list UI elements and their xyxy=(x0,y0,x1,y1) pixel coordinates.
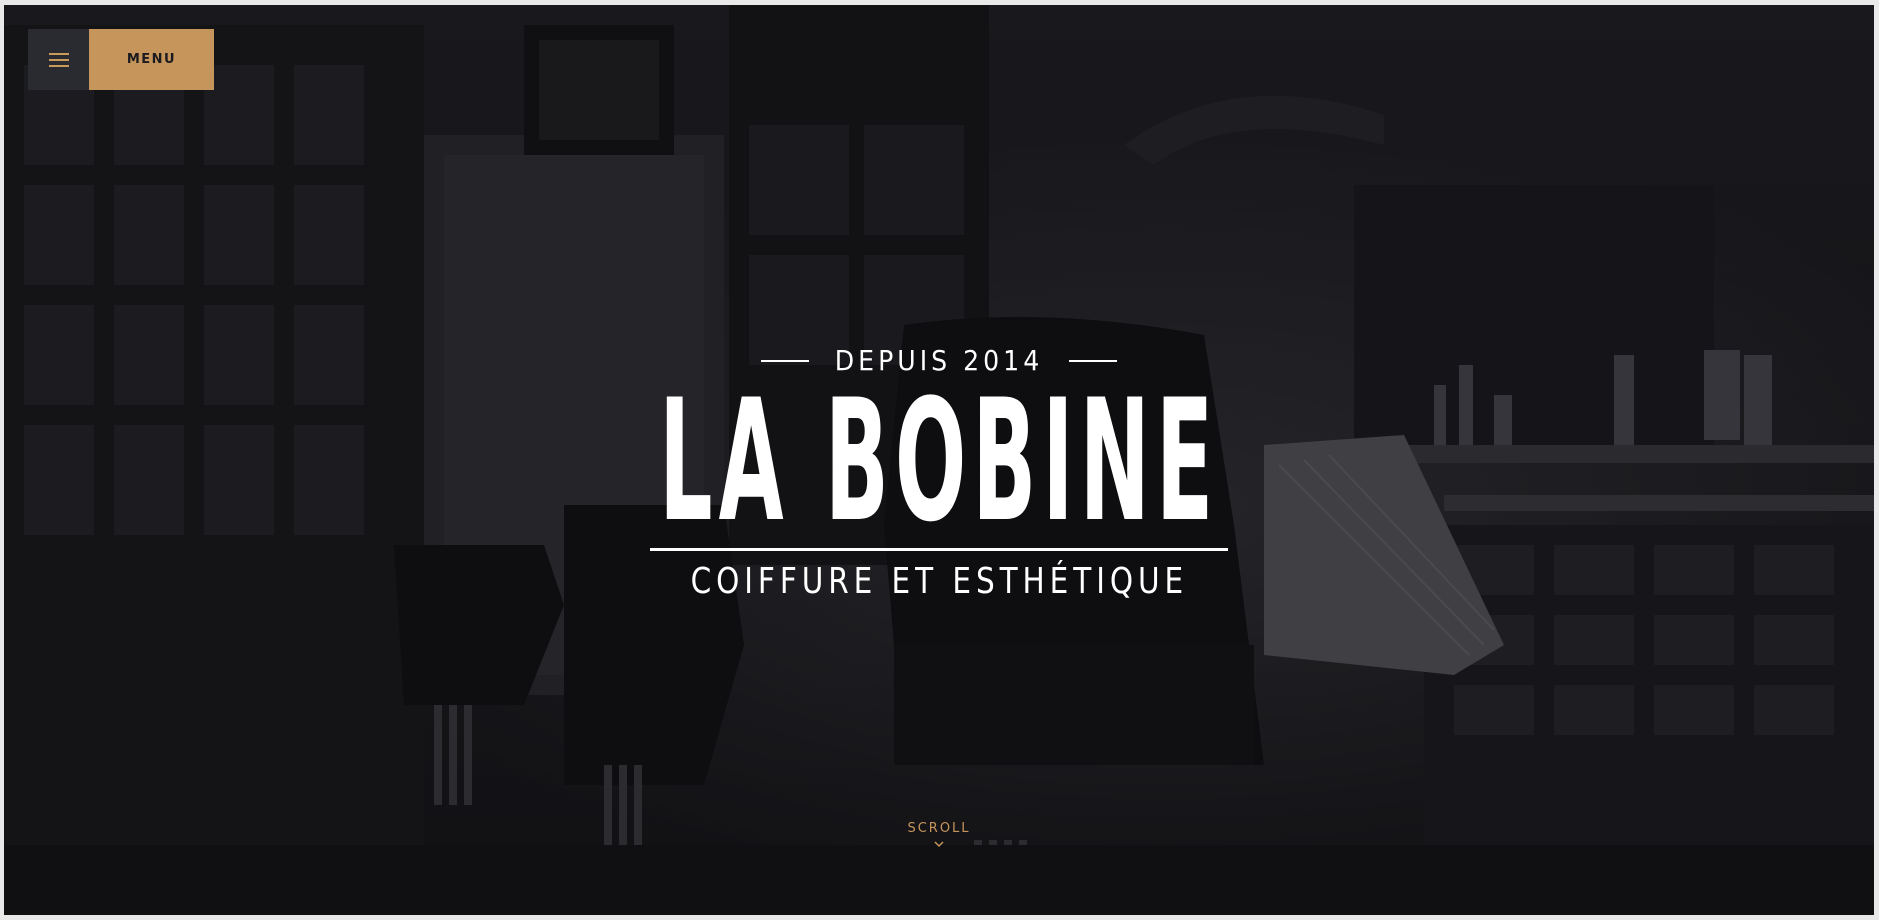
scroll-label: SCROLL xyxy=(907,821,971,836)
brand-subtitle-wrapper: COIFFURE ET ESTHÉTIQUE xyxy=(4,561,1874,602)
since-right-line xyxy=(1069,359,1118,362)
scroll-indicator[interactable]: SCROLL xyxy=(4,821,1874,848)
brand-divider xyxy=(650,548,1228,551)
hero-content: DEPUIS 2014 LA BOBINE COIFFURE ET ESTHÉT… xyxy=(4,5,1874,915)
hero-section: MENU DEPUIS 2014 LA BOBINE COIFFURE ET E… xyxy=(4,5,1874,915)
since-left-line xyxy=(760,359,809,362)
brand-subtitle: COIFFURE ET ESTHÉTIQUE xyxy=(690,561,1188,602)
brand-wrapper: LA BOBINE xyxy=(4,377,1874,545)
brand-title: LA BOBINE xyxy=(658,363,1220,559)
chevron-down-icon xyxy=(934,841,944,848)
